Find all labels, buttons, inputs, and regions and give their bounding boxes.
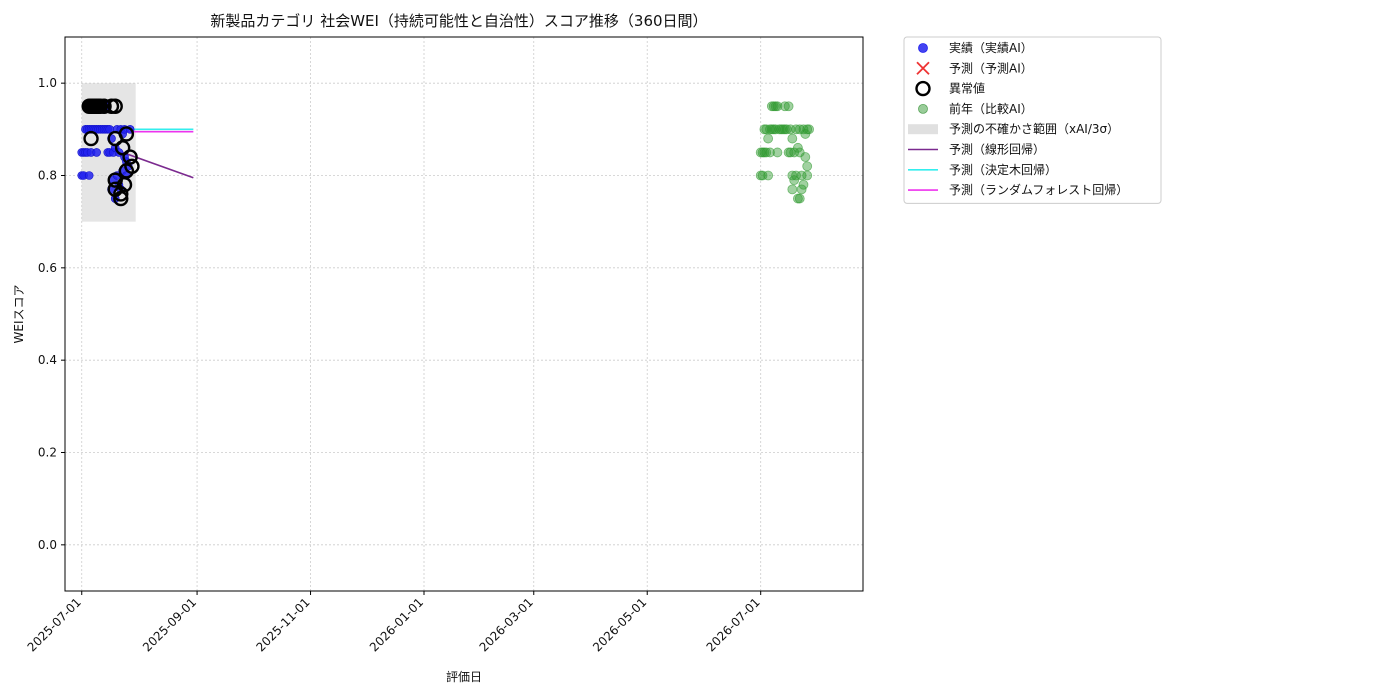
actual-point: [92, 148, 101, 157]
legend-swatch-3: [918, 104, 928, 114]
x-tick-label: 2026-07-01: [704, 595, 763, 654]
previous-year-point: [783, 101, 794, 112]
x-axis-label: 評価日: [446, 669, 482, 684]
y-axis-ticks: 0.0 0.2 0.4 0.6 0.8 1.0: [38, 76, 65, 552]
previous-year-point: [794, 193, 805, 204]
chart-title: 新製品カテゴリ 社会WEI（持続可能性と自治性）スコア推移（360日間）: [210, 12, 707, 30]
y-tick-label: 0.6: [38, 261, 57, 275]
previous-year-point: [763, 170, 774, 181]
legend-label-0: 実績（実績AI）: [949, 40, 1033, 55]
legend-label-4: 予測の不確かさ範囲（xAI/3σ）: [949, 121, 1119, 136]
previous-year-point: [804, 124, 814, 135]
x-axis-ticks: 2025-07-01 2025-09-01 2025-11-01 2026-01-01…: [25, 591, 763, 654]
legend-swatch-4: [908, 124, 938, 135]
previous-year-layer: [755, 101, 814, 204]
x-tick-label: 2026-03-01: [477, 595, 536, 654]
x-tick-label: 2026-05-01: [590, 595, 649, 654]
y-tick-label: 0.8: [38, 169, 57, 183]
previous-year-point: [772, 147, 783, 158]
gridlines: [65, 37, 863, 591]
previous-year-point: [802, 161, 813, 172]
legend-label-2: 異常値: [949, 81, 985, 96]
wei-score-chart: 新製品カテゴリ 社会WEI（持続可能性と自治性）スコア推移（360日間） 202…: [12, 12, 1162, 684]
legend-label-7: 予測（ランダムフォレスト回帰）: [949, 182, 1128, 197]
x-tick-label: 2025-11-01: [253, 595, 312, 654]
legend-swatch-0: [918, 43, 928, 53]
previous-year-point: [787, 184, 798, 195]
previous-year-point: [802, 170, 813, 181]
previous-year-point: [798, 179, 809, 190]
y-tick-label: 0.0: [38, 538, 57, 552]
chart-container: 新製品カテゴリ 社会WEI（持続可能性と自治性）スコア推移（360日間） 202…: [0, 0, 1400, 700]
previous-year-point: [763, 133, 774, 144]
x-tick-label: 2026-01-01: [367, 595, 426, 654]
y-tick-label: 1.0: [38, 76, 57, 90]
y-axis-label: WEIスコア: [12, 285, 26, 344]
actual-point: [84, 171, 94, 180]
previous-year-point: [787, 133, 798, 144]
x-tick-label: 2025-07-01: [25, 595, 84, 654]
legend-label-1: 予測（予測AI）: [949, 61, 1033, 75]
plot-frame: [64, 36, 864, 592]
legend-label-6: 予測（決定木回帰）: [949, 162, 1057, 177]
legend-label-5: 予測（線形回帰）: [949, 142, 1045, 157]
x-tick-label: 2025-09-01: [140, 595, 199, 654]
legend: 実績（実績AI） 予測（予測AI） 異常値前年（比較AI） 予測の不確かさ範囲（xAI…: [903, 36, 1162, 204]
y-tick-label: 0.2: [38, 446, 57, 460]
previous-year-point: [800, 152, 811, 162]
legend-label-3: 前年（比較AI）: [949, 101, 1033, 116]
y-tick-label: 0.4: [38, 353, 57, 367]
